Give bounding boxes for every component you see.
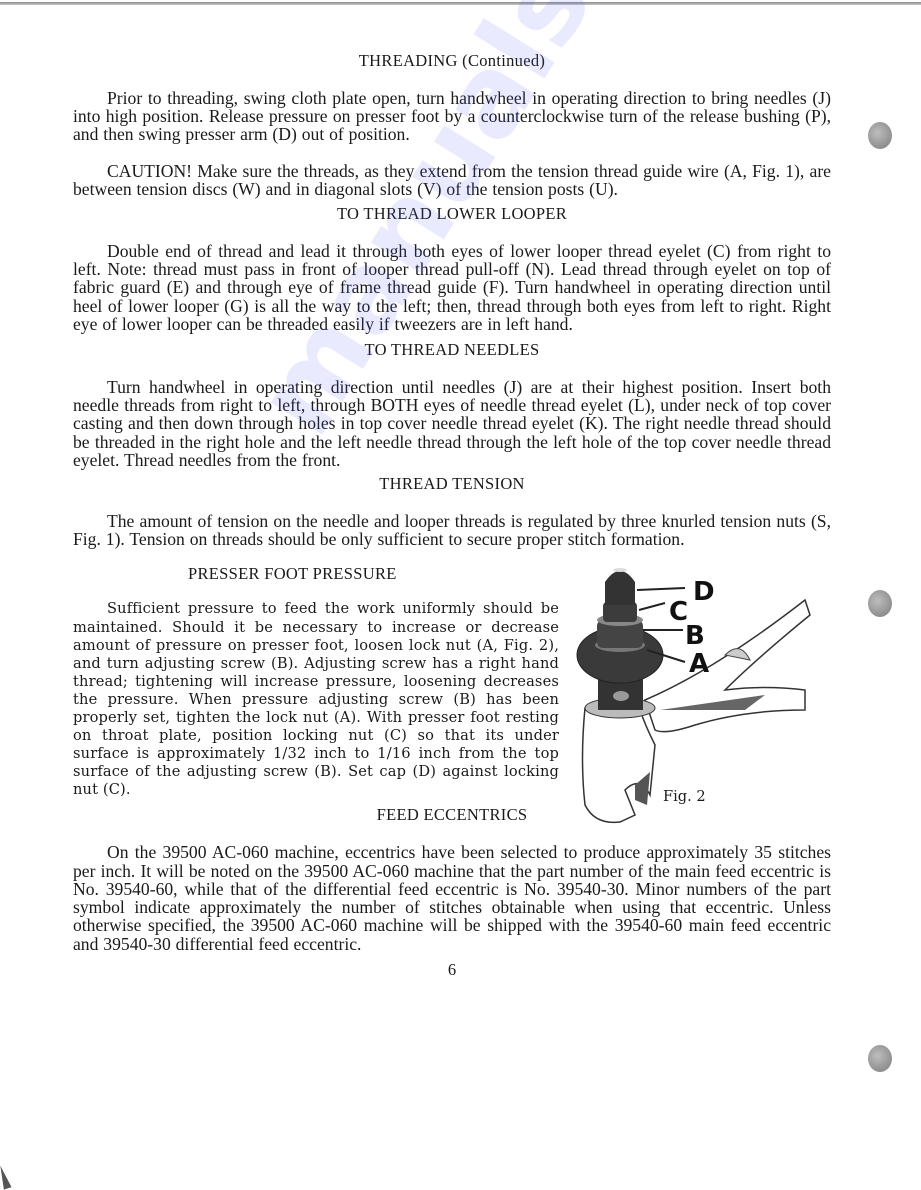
section-heading-lower-looper: TO THREAD LOWER LOOPER bbox=[336, 204, 568, 224]
section-heading-thread-tension: THREAD TENSION bbox=[379, 474, 525, 494]
figure-caption: Fig. 2 bbox=[663, 788, 706, 806]
presser-foot-section: Sufficient pressure to feed the work uni… bbox=[73, 568, 831, 824]
figure-label-b: B bbox=[685, 621, 705, 651]
section-heading-needles: TO THREAD NEEDLES bbox=[364, 340, 540, 360]
binder-hole bbox=[868, 590, 892, 617]
page-number: 6 bbox=[447, 959, 457, 979]
page-top-border bbox=[0, 2, 921, 5]
needles-paragraph: Turn handwheel in operating direction un… bbox=[73, 377, 831, 470]
page-title: THREADING (Continued) bbox=[358, 51, 546, 70]
binder-hole bbox=[868, 1045, 892, 1072]
binder-hole bbox=[868, 122, 892, 149]
figure-label-a: A bbox=[689, 649, 709, 679]
feed-eccentrics-paragraph: On the 39500 AC-060 machine, eccentrics … bbox=[73, 842, 831, 954]
caution-paragraph: CAUTION! Make sure the threads, as they … bbox=[73, 160, 831, 199]
scan-edge-mark bbox=[0, 1164, 12, 1190]
presser-foot-paragraph: Sufficient pressure to feed the work uni… bbox=[73, 600, 559, 799]
page-content: THREADING (Continued) Prior to threading… bbox=[73, 51, 831, 979]
figure-label-d: D bbox=[693, 577, 715, 607]
intro-paragraph: Prior to threading, swing cloth plate op… bbox=[73, 88, 831, 145]
lower-looper-paragraph: Double end of thread and lead it through… bbox=[73, 241, 831, 334]
tension-paragraph: The amount of tension on the needle and … bbox=[73, 511, 831, 550]
